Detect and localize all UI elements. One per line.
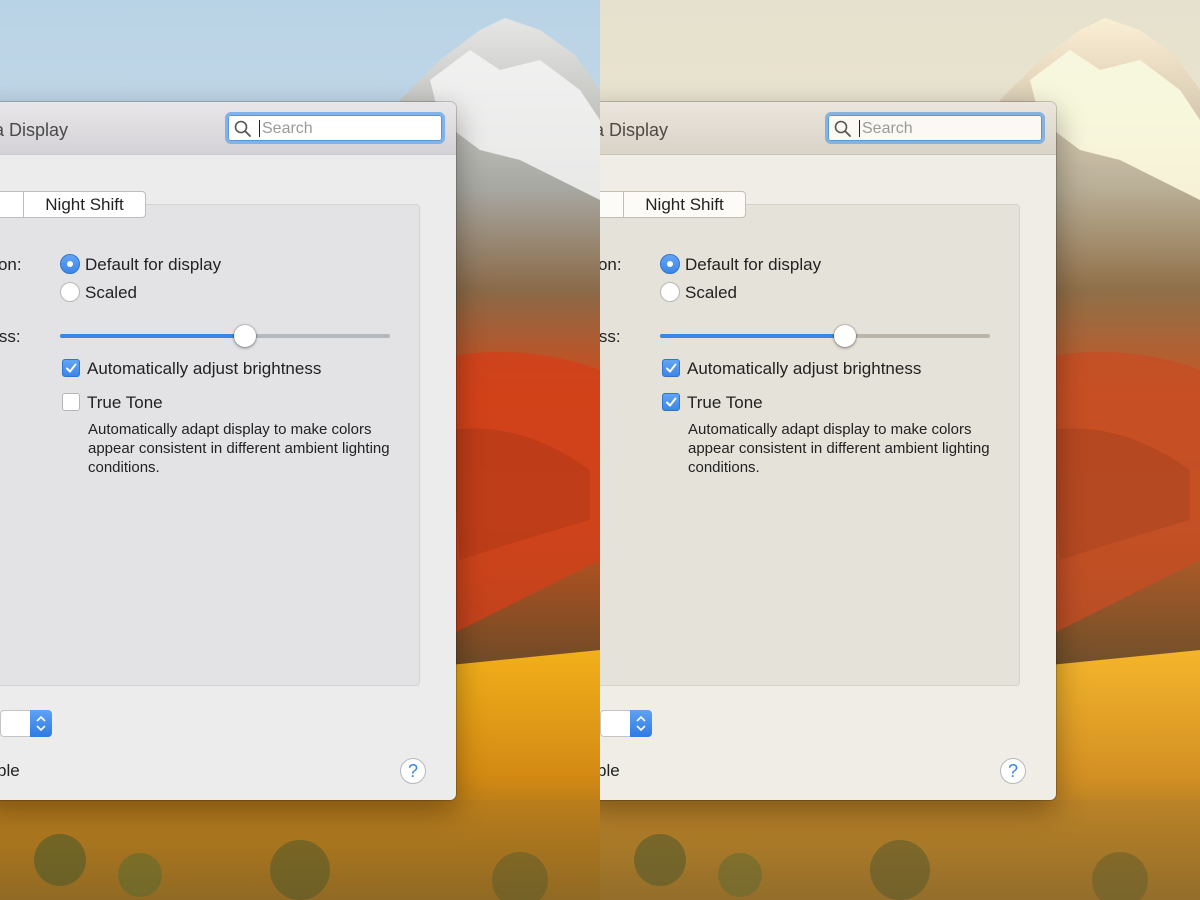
brightness-slider-knob[interactable] (233, 325, 256, 347)
popup-stepper (30, 710, 52, 737)
radio-default-for-display[interactable] (60, 254, 80, 274)
tab-color[interactable]: r (600, 191, 624, 218)
airplay-display-popup[interactable] (600, 710, 652, 737)
window-titlebar: ina Display Search (600, 102, 1056, 155)
resolution-label: ution: (0, 255, 22, 274)
chevron-up-down-icon (36, 715, 46, 732)
true-tone-description: Automatically adapt display to make colo… (688, 421, 990, 476)
tab-night-shift[interactable]: Night Shift (24, 191, 146, 218)
popup-stepper (630, 710, 652, 737)
brightness-slider-fill (60, 334, 245, 338)
airplay-display-popup[interactable] (0, 710, 52, 737)
search-placeholder: Search (262, 120, 313, 137)
true-tone-description: Automatically adapt display to make colo… (88, 421, 390, 476)
auto-brightness-label: Automatically adjust brightness (87, 359, 322, 378)
resolution-label: ution: (600, 255, 622, 274)
airplay-available-label: ilable (600, 761, 620, 780)
auto-brightness-checkbox[interactable] (62, 359, 80, 377)
window-title: ina Display (600, 120, 669, 140)
radio-label-scaled: Scaled (685, 283, 737, 302)
brightness-label: ness: (0, 327, 21, 346)
screen-right-true-tone-on: ina Display Search r Night Shift ution: … (600, 0, 1200, 900)
help-button[interactable]: ? (1000, 758, 1026, 784)
radio-label-default: Default for display (85, 255, 222, 274)
help-button[interactable]: ? (400, 758, 426, 784)
brightness-slider-knob[interactable] (833, 325, 856, 347)
window-titlebar: ina Display Search (0, 102, 456, 155)
auto-brightness-checkbox[interactable] (662, 359, 680, 377)
screen-left-true-tone-off: ina Display Search r Night Shift ution: … (0, 0, 600, 900)
true-tone-checkbox[interactable] (662, 393, 680, 411)
airplay-available-label: ilable (0, 761, 20, 780)
search-field[interactable]: Search (825, 112, 1045, 144)
search-placeholder: Search (862, 120, 913, 137)
radio-label-scaled: Scaled (85, 283, 137, 302)
search-icon (834, 120, 852, 143)
radio-default-for-display[interactable] (660, 254, 680, 274)
brightness-slider-fill (660, 334, 845, 338)
auto-brightness-label: Automatically adjust brightness (687, 359, 922, 378)
window-title: ina Display (0, 120, 69, 140)
radio-scaled[interactable] (60, 282, 80, 302)
tab-color[interactable]: r (0, 191, 24, 218)
radio-label-default: Default for display (685, 255, 822, 274)
display-preferences-window: ina Display Search r Night Shift ution: … (600, 102, 1056, 800)
text-caret (259, 120, 260, 137)
display-preferences-window: ina Display Search r Night Shift ution: … (0, 102, 456, 800)
search-field[interactable]: Search (225, 112, 445, 144)
chevron-up-down-icon (636, 715, 646, 732)
text-caret (859, 120, 860, 137)
tab-bar: r Night Shift (0, 191, 146, 218)
brightness-label: ness: (600, 327, 621, 346)
radio-scaled[interactable] (660, 282, 680, 302)
search-icon (234, 120, 252, 143)
true-tone-label: True Tone (687, 393, 763, 412)
tab-bar: r Night Shift (600, 191, 746, 218)
tab-night-shift[interactable]: Night Shift (624, 191, 746, 218)
true-tone-label: True Tone (87, 393, 163, 412)
true-tone-checkbox[interactable] (62, 393, 80, 411)
